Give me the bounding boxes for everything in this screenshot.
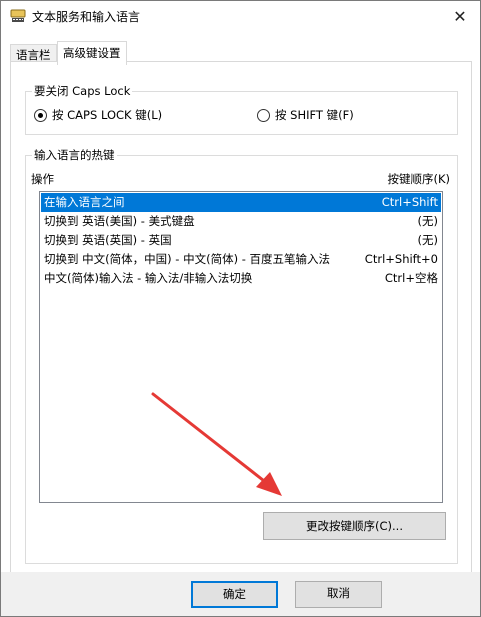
hotkeys-list[interactable]: 在输入语言之间 Ctrl+Shift 切换到 英语(美国) - 美式键盘 (无)… [39, 191, 443, 503]
dialog-footer: 确定 取消 [1, 572, 480, 616]
radio-selected-icon [34, 108, 47, 122]
close-icon: ✕ [453, 6, 467, 26]
list-item[interactable]: 在输入语言之间 Ctrl+Shift [41, 193, 441, 212]
radio-shift-key[interactable]: 按 SHIFT 键(F) [257, 107, 354, 123]
caps-lock-group: 要关闭 Caps Lock 按 CAPS LOCK 键(L) 按 SHIFT 键… [25, 83, 458, 135]
change-key-sequence-button[interactable]: 更改按键顺序(C)... [263, 512, 446, 540]
radio-unselected-icon [257, 108, 270, 122]
radio-shift-label: 按 SHIFT 键(F) [275, 108, 354, 122]
title-bar: 文本服务和输入语言 ✕ [1, 1, 480, 31]
list-item[interactable]: 切换到 英语(美国) - 美式键盘 (无) [41, 212, 441, 231]
tab-panel-advanced: 要关闭 Caps Lock 按 CAPS LOCK 键(L) 按 SHIFT 键… [10, 61, 472, 573]
list-item[interactable]: 切换到 中文(简体，中国) - 中文(简体) - 百度五笔输入法 Ctrl+Sh… [41, 250, 441, 269]
caps-lock-group-label: 要关闭 Caps Lock [32, 83, 133, 99]
list-item[interactable]: 切换到 英语(英国) - 英国 (无) [41, 231, 441, 250]
tab-strip: 语言栏 高级键设置 [1, 31, 480, 65]
tab-advanced-key-settings[interactable]: 高级键设置 [57, 41, 127, 65]
keyboard-app-icon [10, 9, 26, 22]
hotkeys-group-label: 输入语言的热键 [32, 147, 117, 163]
cancel-button[interactable]: 取消 [295, 581, 382, 608]
column-header-action: 操作 [31, 172, 54, 186]
dialog-window: 文本服务和输入语言 ✕ 语言栏 高级键设置 要关闭 Caps Lock 按 CA… [0, 0, 481, 617]
ok-button[interactable]: 确定 [191, 581, 278, 608]
column-header-key-order: 按键顺序(K) [387, 172, 450, 186]
window-title: 文本服务和输入语言 [32, 10, 141, 24]
list-item[interactable]: 中文(简体)输入法 - 输入法/非输入法切换 Ctrl+空格 [41, 269, 441, 288]
hotkeys-group: 输入语言的热键 操作 按键顺序(K) 在输入语言之间 Ctrl+Shift 切换… [25, 147, 458, 564]
radio-caps-lock-label: 按 CAPS LOCK 键(L) [52, 108, 163, 122]
radio-caps-lock-key[interactable]: 按 CAPS LOCK 键(L) [34, 107, 162, 123]
close-button[interactable]: ✕ [440, 1, 480, 31]
